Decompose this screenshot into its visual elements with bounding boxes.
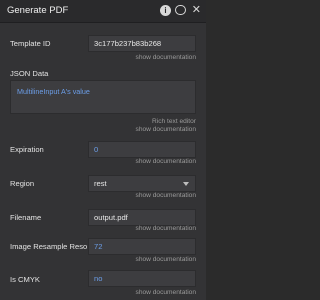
close-icon[interactable]: ✕	[192, 3, 201, 17]
region-dropdown[interactable]: rest	[88, 175, 196, 192]
template-id-label: Template ID	[10, 39, 51, 48]
expiration-field[interactable]: 0	[88, 141, 196, 158]
show-documentation-link[interactable]: show documentation	[136, 289, 196, 296]
filename-label: Filename	[10, 213, 42, 222]
json-data-input[interactable]: MultilineInput A's value	[10, 80, 196, 114]
show-documentation-link[interactable]: show documentation	[136, 126, 196, 133]
image-resample-field[interactable]: 72	[88, 238, 196, 255]
is-cmyk-label: Is CMYK	[10, 275, 40, 284]
is-cmyk-field[interactable]: no	[88, 270, 196, 287]
json-data-label: JSON Data	[10, 69, 49, 78]
image-resample-label: Image Resample Reso	[10, 242, 88, 251]
panel-titlebar: Generate PDF i ✕	[0, 0, 206, 23]
expiration-label: Expiration	[10, 145, 44, 154]
show-documentation-link[interactable]: show documentation	[136, 192, 196, 199]
panel-title: Generate PDF	[7, 5, 69, 16]
show-documentation-link[interactable]: show documentation	[136, 158, 196, 165]
template-id-field[interactable]: 3c177b237b83b268	[88, 35, 196, 52]
chevron-down-icon	[183, 182, 189, 186]
show-documentation-link[interactable]: show documentation	[136, 225, 196, 232]
info-icon[interactable]: i	[160, 5, 171, 16]
show-documentation-link[interactable]: show documentation	[136, 54, 196, 61]
region-value: rest	[94, 179, 107, 188]
comment-icon[interactable]	[175, 5, 186, 15]
region-label: Region	[10, 179, 35, 188]
rich-text-editor-link[interactable]: Rich text editor	[152, 118, 196, 125]
generate-pdf-panel: Generate PDF i ✕ Template ID 3c177b237b8…	[0, 0, 206, 300]
show-documentation-link[interactable]: show documentation	[136, 256, 196, 263]
filename-field[interactable]: output.pdf	[88, 209, 196, 226]
